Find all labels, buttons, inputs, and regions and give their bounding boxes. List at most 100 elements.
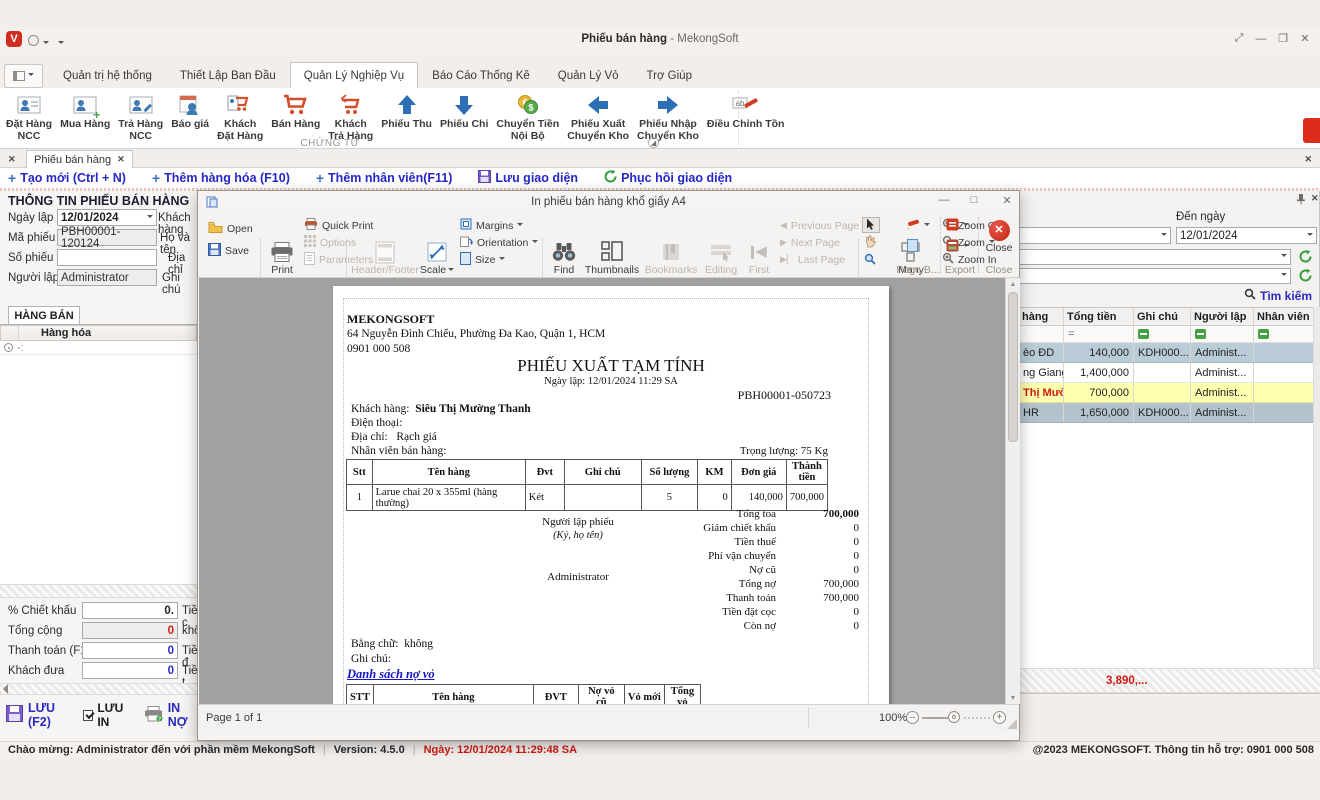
close-all-tabs-icon[interactable]: ✕ (8, 154, 16, 165)
doc-tab-phieu-ban-hang[interactable]: Phiếu bán hàng ✕ (26, 150, 133, 168)
refresh-icon[interactable] (1299, 269, 1312, 282)
zoom-slider-track[interactable] (922, 717, 948, 719)
close-tab-icon[interactable]: ✕ (117, 154, 125, 165)
print-debt-button[interactable]: ? IN NỢ (144, 701, 197, 729)
ribbon-button-ban-hang[interactable]: Bán Hàng (267, 88, 324, 144)
ribbon-button-khach-dat-hang[interactable]: Khách Đặt Hàng (213, 88, 267, 144)
save-print-checkbox[interactable]: LƯU IN (83, 701, 133, 729)
dialog-maximize-icon[interactable]: □ (963, 194, 985, 206)
ribbon-button-khach-tra-hang[interactable]: Khách Trả Hàng (324, 88, 377, 144)
ribbon-button-dat-hang-ncc[interactable]: Đặt Hàng NCC (2, 88, 56, 144)
preview-area[interactable]: MEKONGSOFT 64 Nguyễn Đình Chiểu, Phường … (199, 278, 1020, 704)
export-pdf-button[interactable] (946, 218, 969, 233)
payment-input[interactable]: 0 (82, 642, 178, 659)
goods-grid[interactable]: Hàng hóa -: (0, 324, 197, 584)
text-filter-icon[interactable] (1258, 329, 1269, 339)
ribbon-button-phieu-thu[interactable]: Phiếu Thu (377, 88, 436, 144)
margins-button[interactable]: Margins (460, 218, 523, 233)
number-input[interactable] (57, 249, 157, 266)
table-row[interactable]: Thị Mường 700,000 Administ... (1019, 383, 1313, 403)
pin-icon[interactable] (1296, 193, 1306, 208)
ribbon-group-expand-icon[interactable]: ◢ (648, 137, 659, 148)
customer-paid-input[interactable]: 0 (82, 662, 178, 679)
ribbon-button-bao-gia[interactable]: Báo giá (167, 88, 213, 144)
goods-tab[interactable]: HÀNG BÁN (8, 306, 80, 324)
checkbox-checked-icon[interactable] (83, 710, 93, 721)
restore-icon[interactable]: ❐ (1272, 32, 1294, 45)
zoom-plus-button[interactable]: + (993, 711, 1006, 724)
ribbon-button-mua-hang[interactable]: + Mua Hàng (56, 88, 114, 144)
minimize-icon[interactable]: — (1250, 33, 1272, 45)
to-date-input[interactable]: 12/01/2024 (1176, 227, 1317, 244)
date-input[interactable]: 12/01/2024 (57, 209, 157, 226)
panel-scrollbar[interactable] (1313, 307, 1320, 668)
table-header-row[interactable]: hàng Tổng tiền Ghi chú Người lập Nhân vi… (1019, 308, 1313, 326)
ribbon-file-button[interactable] (4, 64, 43, 88)
ribbon-button-phieu-xuat-chuyen-kho[interactable]: Phiếu Xuất Chuyển Kho (563, 88, 633, 144)
close-panel-icon[interactable]: ✕ (1311, 193, 1319, 204)
text-filter-icon[interactable] (1195, 329, 1206, 339)
restore-layout-button[interactable]: Phục hồi giao diện (604, 170, 732, 186)
add-employee-button[interactable]: +Thêm nhân viên(F11) (316, 171, 453, 185)
magnifier-tool-button[interactable] (864, 253, 876, 268)
dialog-close-icon[interactable]: ✕ (996, 194, 1018, 207)
quick-print-button[interactable]: Quick Print (304, 218, 373, 233)
search-button[interactable]: Tìm kiếm (1244, 288, 1312, 303)
scale-button[interactable]: Scale (420, 239, 454, 277)
close-tabbar-icon[interactable]: ✕ (1304, 154, 1312, 165)
dialog-minimize-icon[interactable]: — (933, 194, 955, 206)
preview-scrollbar[interactable]: ▲ ▼ (1005, 278, 1020, 704)
open-button[interactable]: Open (208, 221, 253, 236)
ribbon-button-phieu-nhap-chuyen-kho[interactable]: Phiếu Nhập Chuyển Kho (633, 88, 703, 144)
goods-new-row[interactable]: -: (0, 341, 197, 355)
filter-combo-2[interactable] (1019, 268, 1291, 284)
discount-input[interactable]: 0. (82, 602, 178, 619)
tab-quan-ly-vo[interactable]: Quản Lý Vỏ (544, 62, 633, 88)
thumbnails-button[interactable]: Thumbnails (584, 239, 640, 277)
close-window-icon[interactable]: ✕ (1294, 32, 1316, 45)
zoom-minus-button[interactable]: – (906, 711, 919, 724)
watermark-button[interactable] (906, 218, 930, 233)
orientation-button[interactable]: Orientation (460, 235, 538, 250)
horizontal-scrollbar[interactable] (0, 683, 197, 695)
size-button[interactable]: Size (460, 252, 505, 267)
tab-quan-ly-nghiep-vu[interactable]: Quản Lý Nghiệp Vụ (290, 62, 418, 88)
table-row[interactable]: HR 1,650,000 KDH000... Administ... (1019, 403, 1313, 423)
ribbon-button-tra-hang-ncc[interactable]: Trả Hàng NCC (114, 88, 167, 144)
tab-tro-giup[interactable]: Trợ Giúp (633, 62, 706, 88)
zoom-slider-track-dotted[interactable] (964, 717, 990, 719)
hand-tool-button[interactable] (864, 235, 876, 251)
dialog-titlebar[interactable]: In phiếu bán hàng khổ giấy A4 — □ ✕ (198, 191, 1019, 213)
refresh-icon[interactable] (1299, 250, 1312, 263)
save-button[interactable]: LƯU (F2) (6, 701, 73, 729)
tab-thiet-lap-ban-dau[interactable]: Thiết Lập Ban Đầu (166, 62, 290, 88)
table-filter-row[interactable]: = (1019, 326, 1313, 343)
add-goods-button[interactable]: +Thêm hàng hóa (F10) (152, 171, 290, 185)
table-row[interactable]: èo ĐD 140,000 KDH000... Administ... (1019, 343, 1313, 363)
save-button[interactable]: Save (208, 243, 249, 258)
ribbon-button-dieu-chinh-ton[interactable]: ab Điều Chỉnh Tồn (703, 88, 789, 144)
find-button[interactable]: Find (548, 239, 580, 277)
scrollbar-thumb[interactable] (1008, 292, 1018, 442)
filter-combo-1[interactable] (1019, 249, 1291, 265)
from-date-input[interactable] (1019, 227, 1171, 244)
export-file-button[interactable] (946, 239, 969, 254)
page-color-button[interactable] (907, 239, 918, 254)
print-button[interactable]: Print (264, 239, 300, 277)
resize-grip-icon[interactable] (1007, 719, 1017, 729)
side-alert-tab[interactable] (1303, 118, 1320, 143)
pointer-tool-button[interactable] (862, 217, 880, 233)
text-filter-icon[interactable] (1138, 329, 1149, 339)
zoom-slider-thumb[interactable] (948, 711, 960, 723)
fullscreen-icon[interactable]: ⤢ (1228, 32, 1250, 45)
close-preview-button[interactable]: ✕ Close (980, 217, 1018, 255)
tab-bao-cao-thong-ke[interactable]: Báo Cáo Thống Kê (418, 62, 544, 88)
ribbon-button-chuyen-tien-noi-bo[interactable]: €$ Chuyển Tiền Nội Bộ (492, 88, 563, 144)
scroll-left-icon[interactable] (3, 684, 8, 694)
goods-grid-header[interactable]: Hàng hóa (0, 325, 197, 341)
tab-quan-tri-he-thong[interactable]: Quản trị hệ thống (49, 62, 166, 88)
ribbon-button-phieu-chi[interactable]: Phiếu Chi (436, 88, 492, 144)
new-invoice-button[interactable]: +Tạo mới (Ctrl + N) (8, 171, 126, 185)
table-row[interactable]: ng Giang 1,400,000 Administ... (1019, 363, 1313, 383)
save-layout-button[interactable]: Lưu giao diện (478, 170, 578, 186)
